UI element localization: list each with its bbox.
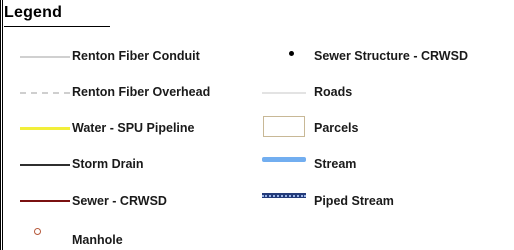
legend-item-sewer-crwsd: Sewer - CRWSD bbox=[20, 192, 260, 212]
water-pipeline-line-icon bbox=[20, 119, 70, 139]
manhole-circle-icon bbox=[20, 227, 70, 247]
legend-label: Renton Fiber Conduit bbox=[72, 49, 200, 63]
legend-item-roads: Roads bbox=[262, 83, 514, 103]
sewer-line-icon bbox=[20, 192, 70, 212]
fiber-overhead-dashed-line-icon bbox=[20, 83, 70, 103]
legend-item-stream: Stream bbox=[262, 155, 514, 175]
legend-item-water-spu-pipeline: Water - SPU Pipeline bbox=[20, 119, 260, 139]
legend-label: Renton Fiber Overhead bbox=[72, 85, 211, 99]
legend-label: Roads bbox=[314, 85, 353, 99]
legend-title-underline bbox=[4, 26, 110, 27]
stream-line-icon bbox=[262, 155, 312, 175]
legend-label: Sewer - CRWSD bbox=[72, 194, 167, 208]
legend-item-piped-stream: Piped Stream bbox=[262, 192, 514, 212]
piped-stream-line-icon bbox=[262, 192, 312, 212]
legend-item-renton-fiber-overhead: Renton Fiber Overhead bbox=[20, 83, 260, 103]
legend-label: Stream bbox=[314, 157, 357, 171]
legend-item-parcels: Parcels bbox=[262, 116, 514, 139]
legend-label: Manhole bbox=[72, 233, 123, 247]
roads-line-icon bbox=[262, 83, 312, 103]
fiber-conduit-line-icon bbox=[20, 47, 70, 67]
legend-item-sewer-structure-crwsd: Sewer Structure - CRWSD bbox=[262, 47, 514, 67]
legend-label: Sewer Structure - CRWSD bbox=[314, 49, 468, 63]
legend-title: Legend bbox=[4, 4, 63, 21]
parcel-box-icon bbox=[262, 116, 312, 139]
legend-item-manhole: Manhole bbox=[20, 227, 260, 247]
storm-drain-line-icon bbox=[20, 155, 70, 175]
legend-item-storm-drain: Storm Drain bbox=[20, 155, 260, 175]
legend-label: Piped Stream bbox=[314, 194, 394, 208]
legend-label: Storm Drain bbox=[72, 157, 144, 171]
legend-label: Water - SPU Pipeline bbox=[72, 121, 195, 135]
legend-label: Parcels bbox=[314, 121, 359, 135]
sewer-structure-dot-icon bbox=[262, 47, 312, 67]
legend-item-renton-fiber-conduit: Renton Fiber Conduit bbox=[20, 47, 260, 67]
